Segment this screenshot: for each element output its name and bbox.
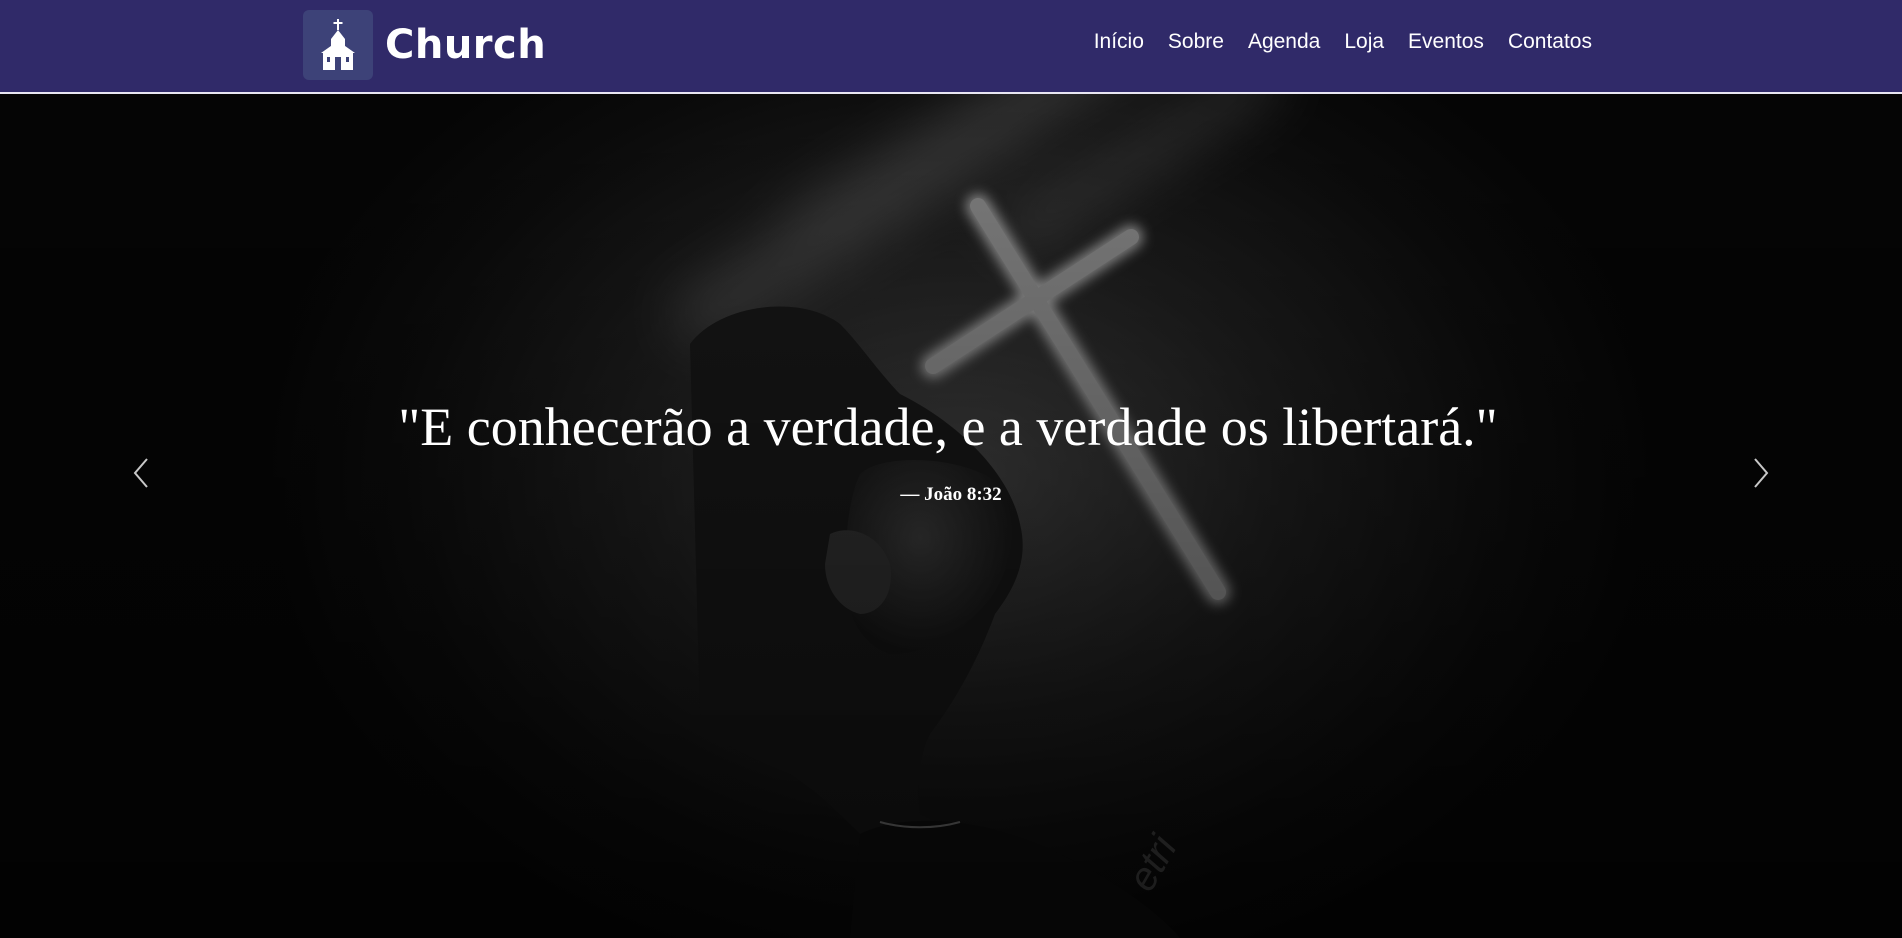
main-nav: Início Sobre Agenda Loja Eventos Contato… [1070, 30, 1592, 54]
hero-carousel: etri "E conhecerão a verdade, e a verdad… [0, 94, 1902, 938]
navbar: Church Início Sobre Agenda Loja Eventos … [0, 0, 1902, 94]
nav-link-sobre[interactable]: Sobre [1168, 30, 1224, 53]
brand-link[interactable]: Church [303, 10, 546, 80]
nav-link-inicio[interactable]: Início [1094, 30, 1144, 53]
carousel-next-button[interactable] [1741, 455, 1781, 495]
nav-link-eventos[interactable]: Eventos [1408, 30, 1484, 53]
quote-reference: — João 8:32 [900, 484, 1002, 505]
nav-link-contatos[interactable]: Contatos [1508, 30, 1592, 53]
hero-quote: "E conhecerão a verdade, e a verdade os … [0, 394, 1902, 506]
church-icon [303, 10, 373, 80]
quote-text: "E conhecerão a verdade, e a verdade os … [398, 397, 1498, 457]
chevron-right-icon [1751, 456, 1771, 495]
nav-link-loja[interactable]: Loja [1344, 30, 1384, 53]
brand-name: Church [385, 22, 547, 68]
hero-background-photo: etri [0, 94, 1902, 938]
carousel-prev-button[interactable] [121, 455, 161, 495]
nav-link-agenda[interactable]: Agenda [1248, 30, 1320, 53]
chevron-left-icon [131, 456, 151, 495]
